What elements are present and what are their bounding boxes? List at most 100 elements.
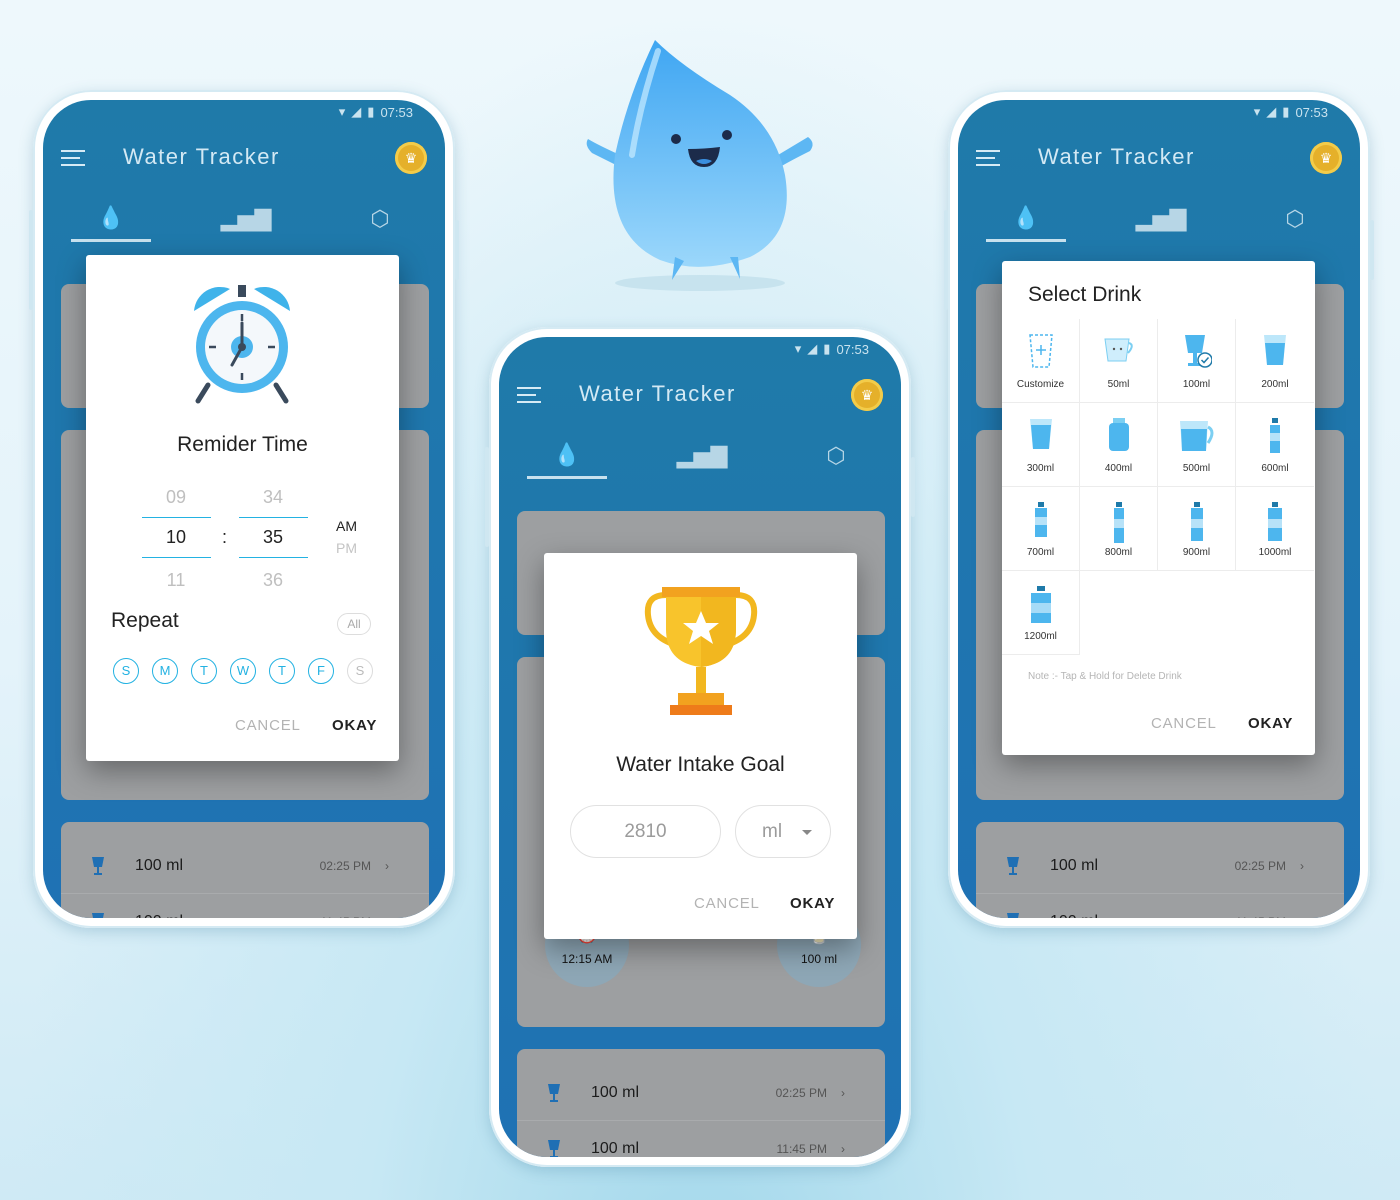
- custom-cup-icon: [1028, 334, 1053, 368]
- log-time: 02:25 PM: [775, 1085, 827, 1100]
- select-drink-dialog: Select Drink Customize 50ml 100ml 200ml …: [1002, 261, 1315, 755]
- tab-bar: 💧 ▂▅▇ ⬡: [43, 196, 445, 246]
- bottle-icon: [1268, 502, 1282, 541]
- log-amount: 100 ml: [135, 856, 184, 874]
- day-wednesday[interactable]: W: [230, 658, 256, 684]
- cup-size: 100 ml: [800, 952, 838, 966]
- premium-coin-icon[interactable]: ♛: [1310, 142, 1342, 174]
- tumbler-icon: [1029, 419, 1052, 449]
- menu-icon[interactable]: [976, 150, 1000, 168]
- drink-option-800ml[interactable]: 800ml: [1080, 487, 1158, 571]
- app-title: Water Tracker: [579, 381, 736, 406]
- app-bar: Water Tracker ♛: [43, 142, 445, 182]
- minute-next[interactable]: 36: [238, 570, 308, 591]
- premium-coin-icon[interactable]: ♛: [395, 142, 427, 174]
- day-saturday[interactable]: S: [347, 658, 373, 684]
- day-monday[interactable]: M: [152, 658, 178, 684]
- drink-option-700ml[interactable]: 700ml: [1002, 487, 1080, 571]
- divider: [239, 517, 308, 518]
- minute-selected[interactable]: 35: [238, 527, 308, 548]
- list-item[interactable]: 100 ml 11:45 PM ›: [976, 894, 1344, 918]
- drink-option-500ml[interactable]: 500ml: [1158, 403, 1236, 487]
- cancel-button[interactable]: CANCEL: [235, 717, 301, 734]
- day-thursday[interactable]: T: [269, 658, 295, 684]
- wifi-icon: ▾: [1253, 104, 1261, 119]
- chart-icon: ▂▅▇: [1135, 206, 1187, 231]
- tab-stats[interactable]: ▂▅▇: [206, 196, 286, 242]
- day-tuesday[interactable]: T: [191, 658, 217, 684]
- okay-button[interactable]: OKAY: [332, 717, 377, 734]
- bottle-icon: [1113, 502, 1124, 543]
- glass-icon: [548, 1083, 560, 1102]
- chart-icon: ▂▅▇: [676, 443, 728, 468]
- list-item[interactable]: 100 ml 11:45 PM ›: [517, 1121, 885, 1157]
- phone-reminder: ▾ ◢ ▮ 07:53 Water Tracker ♛ 💧 ▂▅▇ ⬡ 100 …: [29, 90, 459, 928]
- water-jug-icon: [1030, 586, 1051, 623]
- minute-prev[interactable]: 34: [238, 487, 308, 508]
- log-card: 100 ml 02:25 PM › 100 ml 11:45 PM ›: [976, 822, 1344, 918]
- hexagon-icon: ⬡: [370, 206, 390, 231]
- hexagon-icon: ⬡: [826, 443, 846, 468]
- pm-option[interactable]: PM: [336, 540, 357, 556]
- log-amount: 100 ml: [1050, 913, 1236, 918]
- hour-next[interactable]: 11: [141, 570, 211, 591]
- chart-icon: ▂▅▇: [220, 206, 272, 231]
- goal-input[interactable]: 2810: [570, 805, 721, 858]
- tumbler-icon: [1264, 335, 1286, 365]
- list-item[interactable]: 100 ml 02:25 PM ›: [976, 838, 1344, 894]
- list-item[interactable]: 100 ml 02:25 PM ›: [517, 1065, 885, 1121]
- chevron-right-icon: ›: [841, 1142, 845, 1156]
- unit-select[interactable]: ml: [735, 805, 831, 858]
- chevron-right-icon: ›: [385, 915, 389, 918]
- wifi-icon: ▾: [338, 104, 346, 119]
- trophy-icon: [644, 587, 758, 715]
- divider: [239, 557, 308, 558]
- okay-button[interactable]: OKAY: [790, 895, 835, 912]
- cancel-button[interactable]: CANCEL: [694, 895, 760, 912]
- log-card: 100 ml 02:25 PM › 100 ml 11:45 PM ›: [517, 1049, 885, 1157]
- drink-option-300ml[interactable]: 300ml: [1002, 403, 1080, 487]
- drink-option-200ml[interactable]: 200ml: [1236, 319, 1314, 403]
- tab-stats[interactable]: ▂▅▇: [1121, 196, 1201, 242]
- time-separator: :: [222, 527, 228, 547]
- day-friday[interactable]: F: [308, 658, 334, 684]
- drop-icon: 💧: [553, 441, 581, 467]
- chevron-right-icon: ›: [1300, 858, 1304, 873]
- drink-option-900ml[interactable]: 900ml: [1158, 487, 1236, 571]
- tab-home[interactable]: 💧: [71, 196, 151, 242]
- tab-stats[interactable]: ▂▅▇: [662, 433, 742, 479]
- am-option[interactable]: AM: [336, 518, 357, 534]
- drink-option-400ml[interactable]: 400ml: [1080, 403, 1158, 487]
- tab-bar: 💧 ▂▅▇ ⬡: [958, 196, 1360, 246]
- drink-option-1000ml[interactable]: 1000ml: [1236, 487, 1314, 571]
- glass-selected-icon: [1184, 335, 1212, 368]
- cancel-button[interactable]: CANCEL: [1151, 715, 1217, 732]
- tab-home[interactable]: 💧: [527, 433, 607, 479]
- tab-settings[interactable]: ⬡: [1255, 196, 1335, 242]
- drink-option-50ml[interactable]: 50ml: [1080, 319, 1158, 403]
- tab-home[interactable]: 💧: [986, 196, 1066, 242]
- drop-icon: 💧: [97, 204, 125, 230]
- app-title: Water Tracker: [123, 144, 280, 169]
- menu-icon[interactable]: [517, 387, 541, 405]
- tab-settings[interactable]: ⬡: [340, 196, 420, 242]
- clock: 07:53: [380, 104, 413, 120]
- jar-icon: [1108, 418, 1129, 451]
- drink-option-100ml[interactable]: 100ml: [1158, 319, 1236, 403]
- list-item[interactable]: 100 ml 11:45 PM ›: [61, 894, 429, 918]
- list-item[interactable]: 100 ml 02:25 PM ›: [61, 838, 429, 894]
- glass-icon: [548, 1140, 560, 1157]
- drink-option-600ml[interactable]: 600ml: [1236, 403, 1314, 487]
- glass-icon: [1007, 856, 1019, 875]
- menu-icon[interactable]: [61, 150, 85, 168]
- drink-option-customize[interactable]: Customize: [1002, 319, 1080, 403]
- reminder-time-dialog: Remider Time 09 10 11 : 34 35 36 AM PM R…: [86, 255, 399, 761]
- hour-selected[interactable]: 10: [141, 527, 211, 548]
- tab-settings[interactable]: ⬡: [796, 433, 876, 479]
- day-sunday[interactable]: S: [113, 658, 139, 684]
- premium-coin-icon[interactable]: ♛: [851, 379, 883, 411]
- okay-button[interactable]: OKAY: [1248, 715, 1293, 732]
- all-days-toggle[interactable]: All: [337, 613, 371, 635]
- hour-prev[interactable]: 09: [141, 487, 211, 508]
- drink-option-1200ml[interactable]: 1200ml: [1002, 571, 1080, 655]
